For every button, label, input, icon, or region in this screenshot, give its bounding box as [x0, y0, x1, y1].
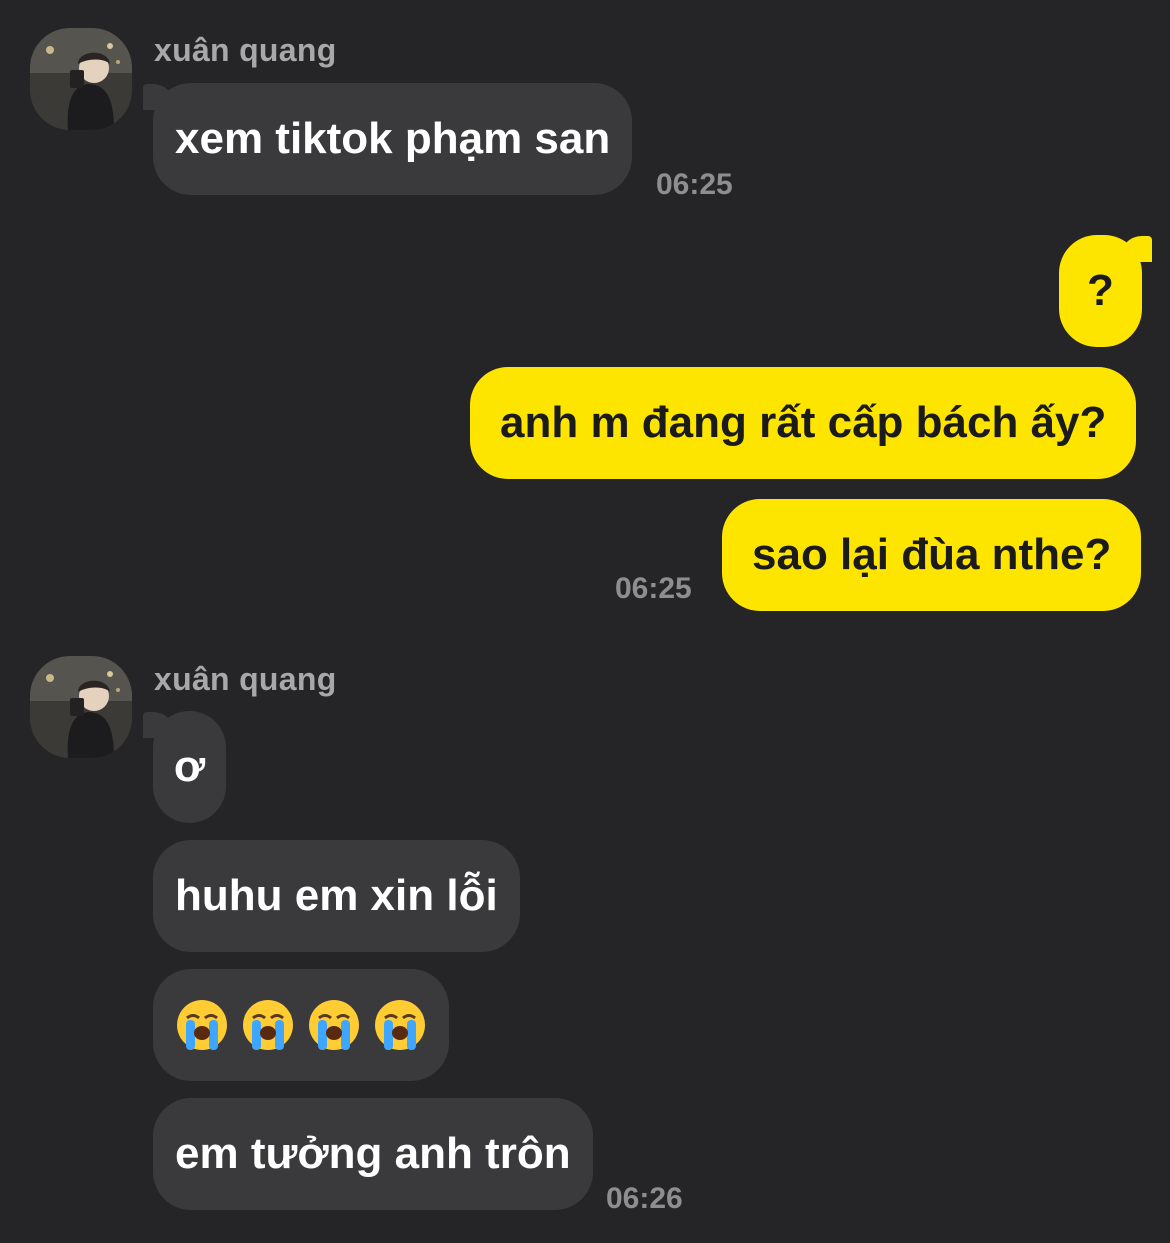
sender-name: xuân quang — [154, 661, 337, 697]
loudly-crying-face-icon — [177, 1000, 227, 1050]
avatar-photo-icon — [30, 656, 132, 758]
loudly-crying-face-icon — [309, 1000, 359, 1050]
outgoing-message[interactable]: ? — [1059, 235, 1142, 347]
message-text: anh m đang rất cấp bách ấy? — [500, 398, 1107, 447]
incoming-message[interactable]: xem tiktok phạm san — [153, 83, 633, 195]
emoji-row — [175, 998, 427, 1052]
message-timestamp: 06:26 — [606, 1182, 683, 1215]
sender-name: xuân quang — [154, 32, 337, 68]
incoming-message[interactable]: huhu em xin lỗi — [153, 840, 520, 952]
loudly-crying-face-icon — [243, 1000, 293, 1050]
message-text: ? — [1087, 266, 1114, 315]
loudly-crying-face-icon — [375, 1000, 425, 1050]
message-text: huhu em xin lỗi — [175, 871, 498, 920]
message-text: xem tiktok phạm san — [175, 114, 611, 163]
message-timestamp: 06:25 — [656, 168, 733, 201]
incoming-message[interactable]: em tưởng anh trôn — [153, 1098, 593, 1210]
message-text: sao lại đùa nthe? — [752, 530, 1112, 579]
avatar[interactable] — [30, 656, 132, 758]
chat-thread: xuân quang xem tiktok phạm san 06:25 ? a… — [0, 0, 1170, 1243]
incoming-message[interactable]: ơ — [153, 711, 226, 823]
avatar[interactable] — [30, 28, 132, 130]
message-text: em tưởng anh trôn — [175, 1129, 571, 1178]
message-text: ơ — [173, 742, 206, 791]
outgoing-message[interactable]: sao lại đùa nthe? — [722, 499, 1142, 611]
message-timestamp: 06:25 — [615, 572, 692, 605]
incoming-message[interactable] — [153, 969, 449, 1081]
outgoing-message[interactable]: anh m đang rất cấp bách ấy? — [470, 367, 1137, 479]
avatar-photo-icon — [30, 28, 132, 130]
